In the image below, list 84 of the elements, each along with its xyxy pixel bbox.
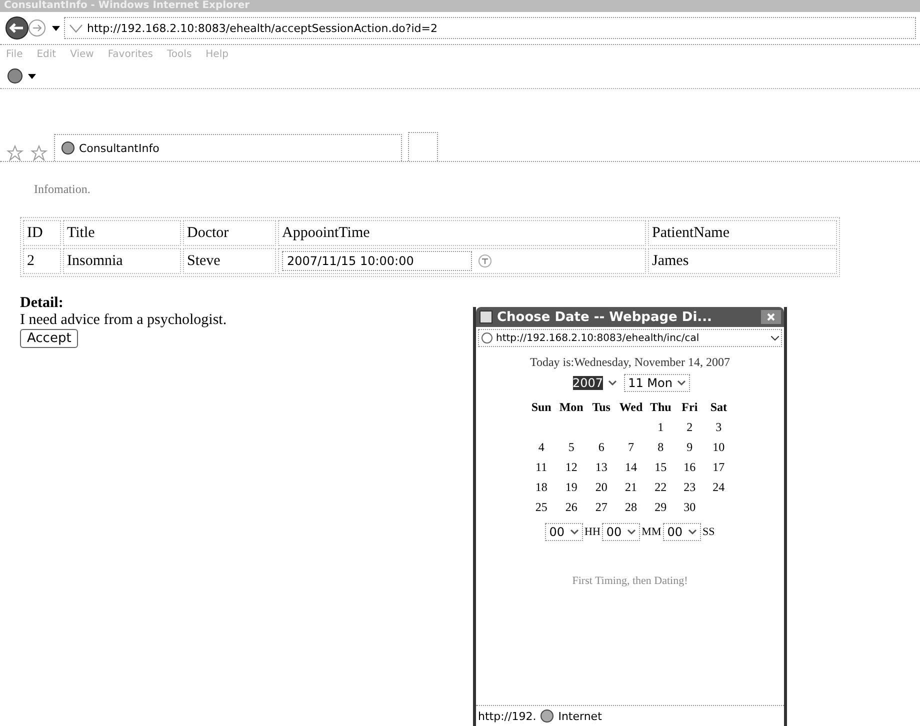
day-cell[interactable]: 5: [558, 439, 584, 456]
weekday-header: Wed: [618, 399, 644, 416]
day-cell[interactable]: 1: [648, 419, 673, 436]
new-tab-button[interactable]: [408, 132, 438, 161]
time-unit-label: HH: [584, 526, 600, 538]
day-cell[interactable]: 11: [529, 459, 554, 476]
detail-label: Detail:: [20, 295, 64, 312]
accept-button[interactable]: Accept: [20, 329, 78, 348]
day-cell[interactable]: 16: [678, 459, 702, 476]
time-select[interactable]: 00: [663, 523, 701, 541]
time-select[interactable]: 00: [602, 523, 640, 541]
caret-icon[interactable]: [52, 26, 60, 30]
today-text: Today is:Wednesday, November 14, 2007: [528, 355, 732, 370]
day-cell[interactable]: 26: [558, 499, 584, 516]
chevron-icon: [688, 529, 697, 535]
day-cell[interactable]: 20: [589, 479, 614, 496]
globe-icon[interactable]: [6, 68, 24, 84]
chevron-icon: [677, 380, 686, 386]
caret-icon[interactable]: [28, 74, 36, 78]
column-header: PatientName: [648, 220, 837, 246]
table-cell: James: [648, 248, 837, 274]
weekday-header: Thu: [648, 399, 672, 416]
year-select[interactable]: 2007: [570, 374, 620, 392]
day-cell[interactable]: 8: [648, 439, 673, 456]
page-heading: Infomation.: [34, 182, 92, 197]
day-cell[interactable]: 2: [678, 419, 702, 436]
chevron-icon: [626, 529, 636, 535]
day-cell[interactable]: 23: [678, 479, 702, 496]
detail-text: I need advice from a psychologist.: [20, 312, 227, 329]
day-cell[interactable]: 21: [618, 479, 644, 496]
day-cell[interactable]: 13: [589, 459, 614, 476]
day-cell[interactable]: 27: [589, 499, 614, 516]
chevron-icon: [608, 380, 618, 386]
day-cell[interactable]: 14: [618, 459, 644, 476]
day-cell[interactable]: 9: [678, 439, 702, 456]
day-cell[interactable]: 25: [529, 499, 554, 516]
table-cell: 2: [23, 248, 61, 274]
day-cell[interactable]: 3: [706, 419, 731, 436]
back-forward-icon[interactable]: [4, 15, 48, 41]
day-cell[interactable]: 6: [589, 439, 614, 456]
time-field[interactable]: 2007/11/15 10:00:00: [282, 251, 472, 271]
weekday-header: Fri: [680, 399, 699, 416]
column-header: Title: [63, 220, 181, 246]
caret-icon[interactable]: [771, 336, 779, 340]
dialog-title: Choose Date -- Webpage Di...: [497, 310, 713, 324]
time-select[interactable]: 00: [545, 523, 582, 541]
day-cell[interactable]: 19: [558, 479, 584, 496]
weekday-header: Mon: [558, 399, 584, 416]
day-cell[interactable]: 22: [648, 479, 673, 496]
app-icon: [479, 310, 493, 324]
close-icon[interactable]: [761, 310, 781, 324]
day-cell[interactable]: 4: [529, 439, 554, 456]
star-icon[interactable]: [6, 145, 24, 161]
weekday-header: Sat: [709, 399, 728, 416]
zone-text: Internet: [558, 710, 602, 722]
weekday-header: Tus: [591, 399, 612, 416]
table-cell: Steve: [183, 248, 276, 274]
column-header: AppoointTime: [278, 220, 646, 246]
status-text: http://192.: [478, 710, 536, 722]
column-header: Doctor: [183, 220, 276, 246]
browser-tab[interactable]: ConsultantInfo: [54, 134, 402, 161]
star-icon[interactable]: [30, 145, 48, 161]
day-cell[interactable]: 24: [706, 479, 731, 496]
weekday-header: Sun: [530, 399, 552, 416]
month-select[interactable]: 11 Mon: [624, 374, 690, 392]
day-cell[interactable]: 15: [648, 459, 673, 476]
day-cell[interactable]: 10: [706, 439, 731, 456]
day-cell[interactable]: 7: [618, 439, 644, 456]
chevron-icon: [570, 529, 578, 535]
globe-icon: [61, 141, 75, 155]
day-cell[interactable]: 29: [648, 499, 673, 516]
address-bar[interactable]: http://192.168.2.10:8083/ehealth/acceptSessionAction.do?id=2: [64, 17, 916, 39]
globe-icon: [540, 709, 554, 723]
day-cell[interactable]: 12: [558, 459, 584, 476]
hint-text: First Timing, then Dating!: [571, 575, 689, 587]
time-unit-label: MM: [642, 526, 662, 538]
time-unit-label: SS: [702, 526, 715, 538]
address-bar: http://192.168.2.10:8083/ehealth/inc/cal: [478, 329, 782, 347]
day-cell[interactable]: 28: [618, 499, 644, 516]
day-cell[interactable]: 30: [678, 499, 702, 516]
column-header: ID: [23, 220, 61, 246]
day-cell[interactable]: 18: [529, 479, 554, 496]
table-cell: Insomnia: [63, 248, 181, 274]
day-cell[interactable]: 17: [706, 459, 731, 476]
